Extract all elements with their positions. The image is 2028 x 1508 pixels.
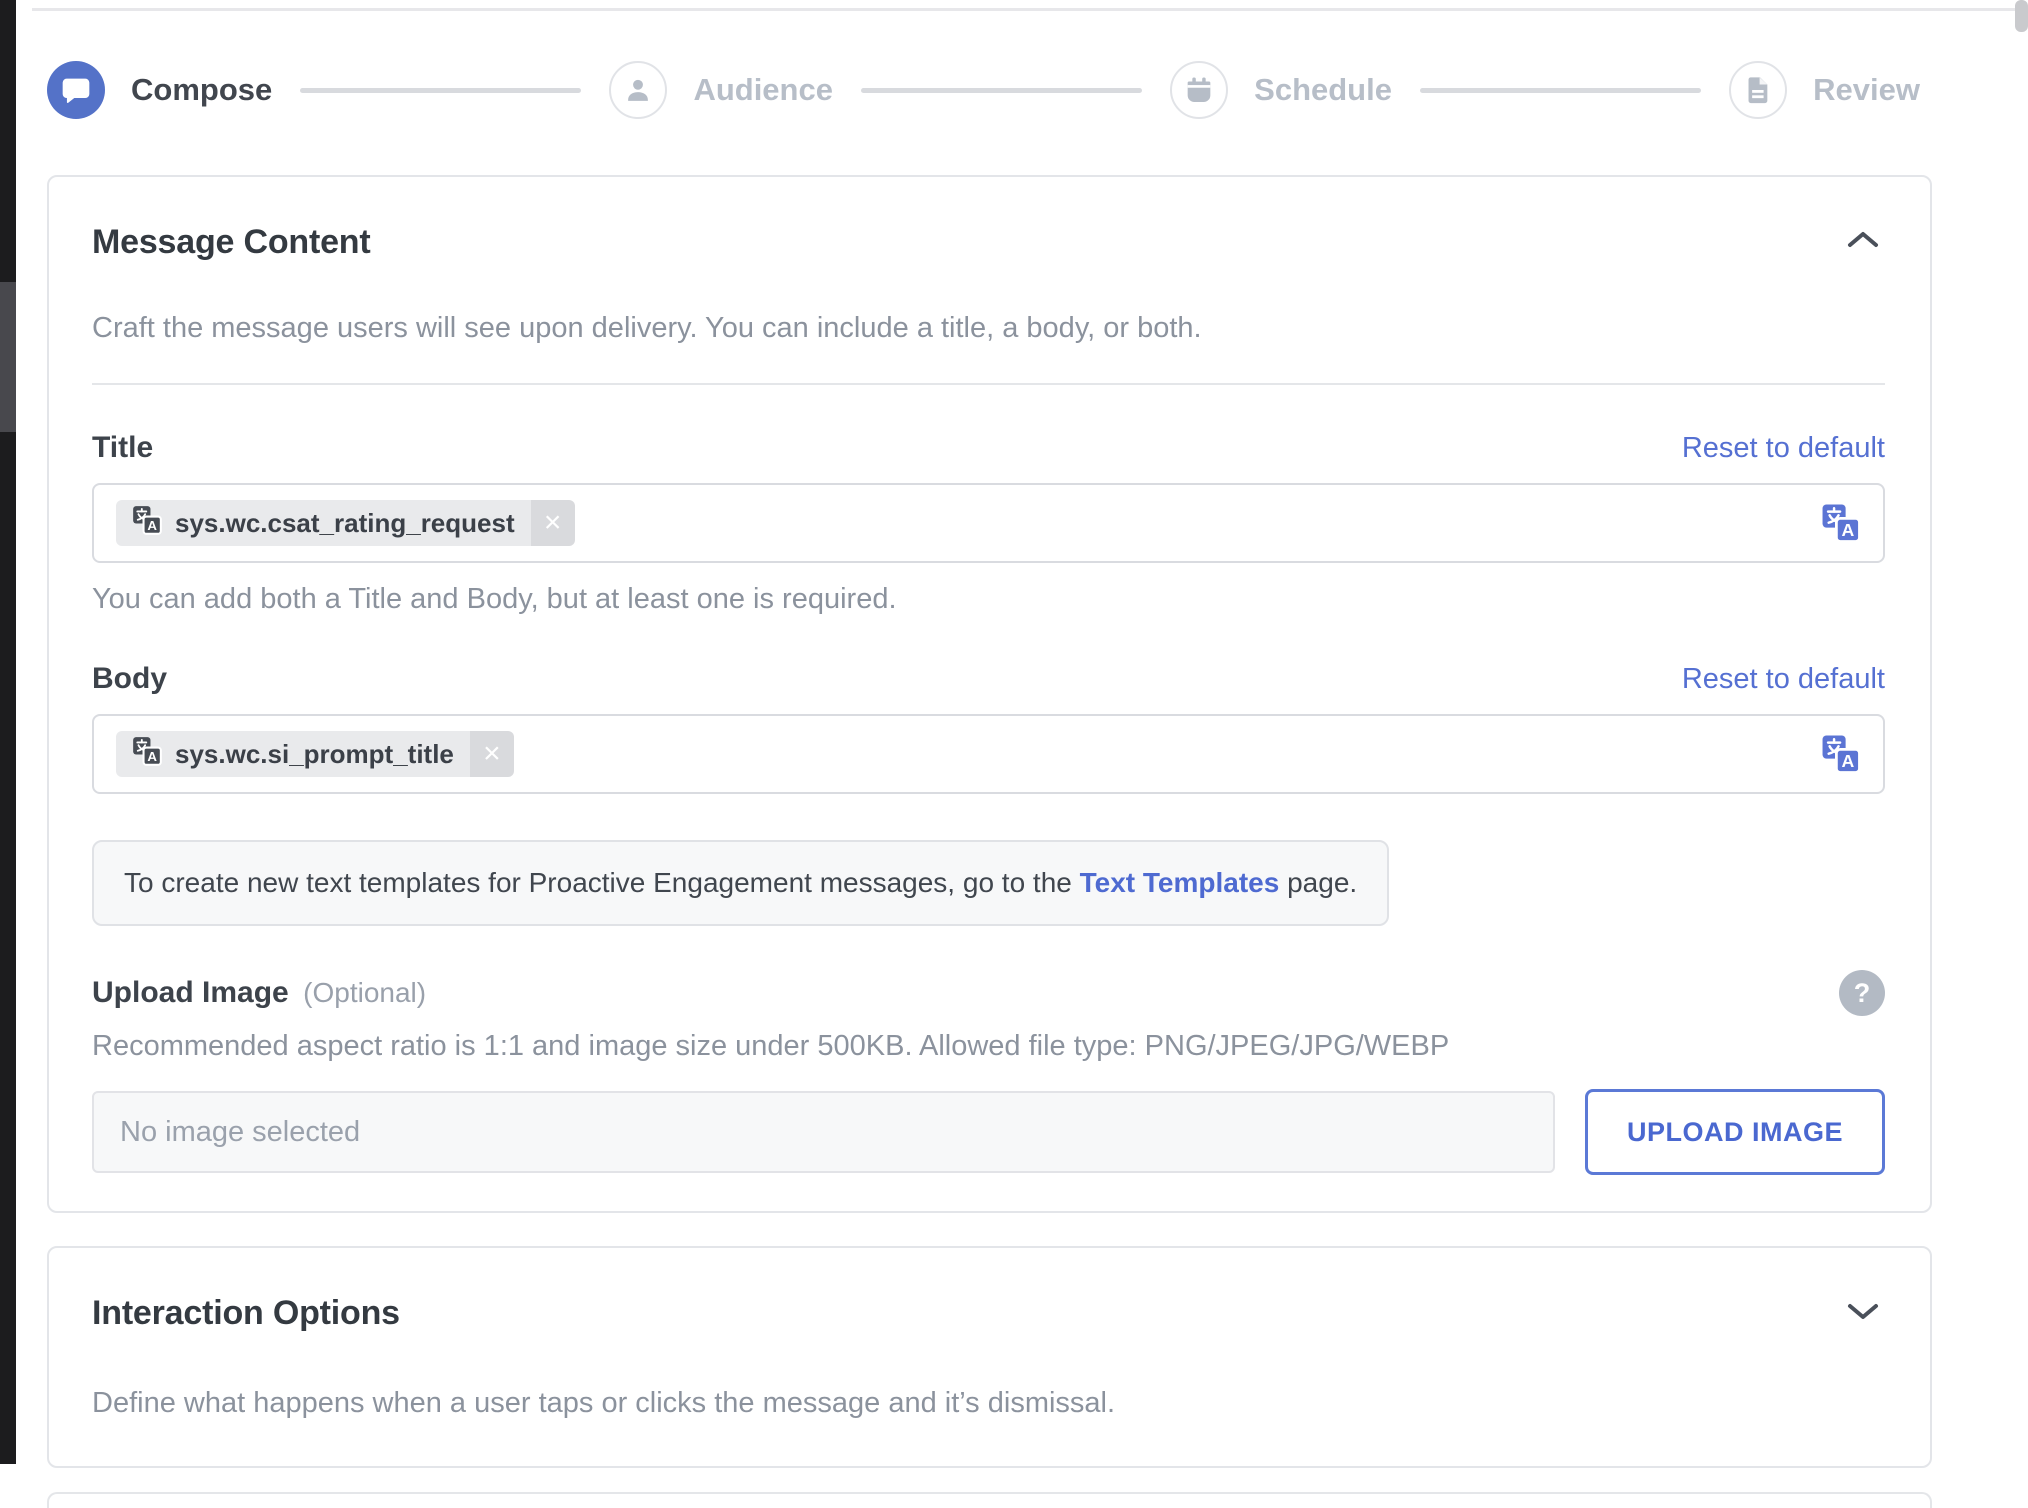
note-suffix: page. [1279,867,1357,898]
title-input[interactable]: A sys.wc.csat_rating_request × A [92,483,1885,563]
title-reset-link[interactable]: Reset to default [1682,432,1885,465]
image-file-field [92,1091,1555,1173]
translate-icon: A [132,505,162,542]
title-helper-text: You can add both a Title and Body, but a… [92,583,1885,616]
title-translate-button[interactable]: A [1821,503,1861,543]
title-field-label: Title [92,431,153,465]
step-review-label: Review [1813,72,1920,108]
step-schedule[interactable]: Schedule [1170,61,1392,119]
close-icon[interactable]: × [531,500,575,546]
stepper-connector [300,88,581,93]
left-sidebar-edge [0,0,16,1464]
step-schedule-label: Schedule [1254,72,1392,108]
document-icon [1729,61,1787,119]
stepper-connector [861,88,1142,93]
title-chip-label: sys.wc.csat_rating_request [175,508,515,539]
upload-optional-label: (Optional) [303,977,426,1008]
person-icon [609,61,667,119]
step-audience-label: Audience [693,72,833,108]
help-icon[interactable]: ? [1839,970,1885,1016]
message-content-card: Message Content Craft the message users … [47,175,1932,1213]
section-divider [92,383,1885,385]
interaction-options-card: Interaction Options Define what happens … [47,1246,1932,1468]
text-templates-note: To create new text templates for Proacti… [92,840,1389,926]
chevron-down-icon[interactable] [1844,1298,1882,1329]
main-content: Compose Audience Schedul [16,0,1980,1508]
title-template-chip: A sys.wc.csat_rating_request × [116,500,575,546]
page-scrollbar-thumb[interactable] [2015,0,2028,32]
note-prefix: To create new text templates for Proacti… [124,867,1080,898]
message-content-description: Craft the message users will see upon de… [92,312,1885,345]
message-content-title: Message Content [92,223,1885,262]
upload-hint-text: Recommended aspect ratio is 1:1 and imag… [92,1030,1885,1063]
body-translate-button[interactable]: A [1821,734,1861,774]
body-input[interactable]: A sys.wc.si_prompt_title × A [92,714,1885,794]
step-audience[interactable]: Audience [609,61,833,119]
svg-text:A: A [1842,520,1855,540]
translate-icon: A [132,736,162,773]
close-icon[interactable]: × [470,731,514,777]
svg-text:A: A [1842,751,1855,771]
stepper-connector [1420,88,1701,93]
upload-image-button[interactable]: UPLOAD IMAGE [1585,1089,1885,1175]
next-card-top-edge [47,1492,1932,1508]
upload-image-label: Upload Image [92,976,289,1009]
body-chip-label: sys.wc.si_prompt_title [175,739,454,770]
interaction-options-description: Define what happens when a user taps or … [92,1387,1885,1420]
svg-text:A: A [147,517,157,532]
chevron-up-icon[interactable] [1844,227,1882,258]
step-compose-label: Compose [131,72,272,108]
step-compose[interactable]: Compose [47,61,272,119]
svg-text:A: A [147,748,157,763]
step-review[interactable]: Review [1729,61,1920,119]
body-reset-link[interactable]: Reset to default [1682,663,1885,696]
chat-bubble-icon [47,61,105,119]
left-scrollbar-thumb[interactable] [0,282,16,432]
body-field-label: Body [92,662,167,696]
text-templates-link[interactable]: Text Templates [1080,867,1280,898]
calendar-icon [1170,61,1228,119]
interaction-options-title: Interaction Options [92,1294,1885,1333]
wizard-stepper: Compose Audience Schedul [47,40,1920,140]
body-template-chip: A sys.wc.si_prompt_title × [116,731,514,777]
